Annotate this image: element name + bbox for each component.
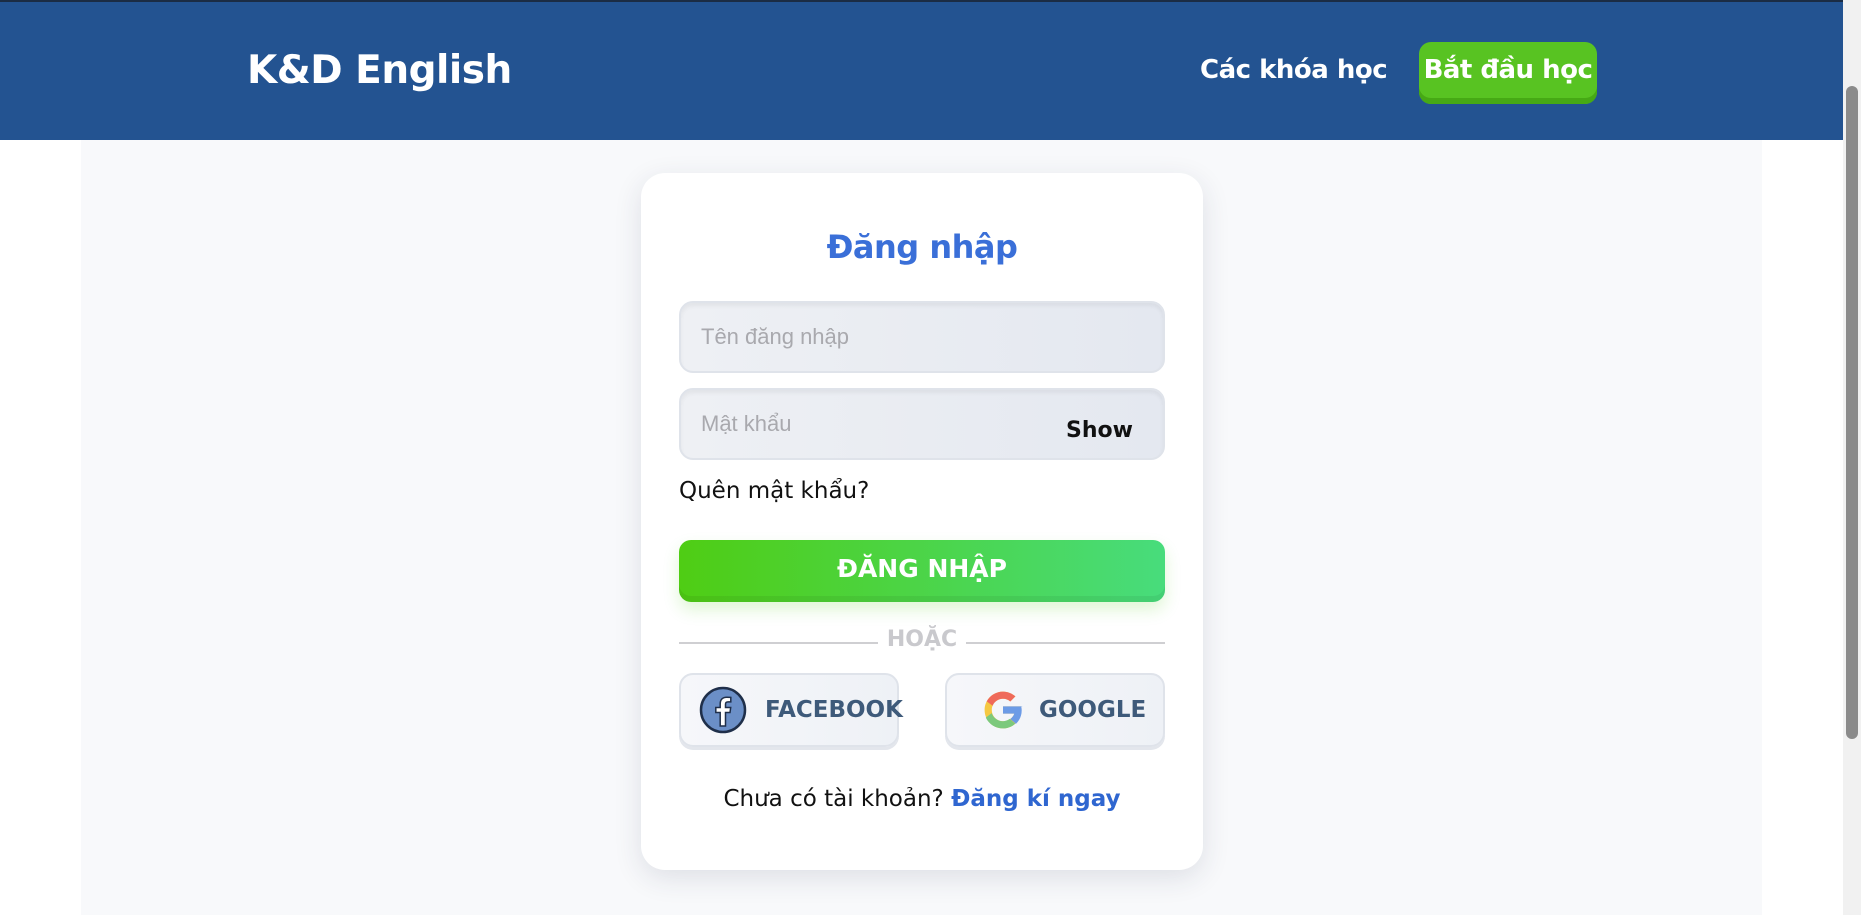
scrollbar-thumb[interactable] [1846, 86, 1858, 739]
start-learning-button[interactable]: Bắt đầu học [1419, 42, 1597, 104]
password-field[interactable]: Show [679, 388, 1165, 460]
username-field[interactable] [679, 301, 1165, 373]
divider-or-text: HOẶC [886, 627, 958, 652]
signup-prompt-row: Chưa có tài khoản? Đăng kí ngay [641, 786, 1203, 812]
google-login-button[interactable]: GOOGLE [945, 673, 1165, 747]
facebook-icon [699, 686, 747, 734]
google-icon [984, 691, 1023, 729]
login-card: Đăng nhập Show Quên mật khẩu? ĐĂNG NHẬP … [641, 173, 1203, 870]
top-navbar: K&D English Các khóa học Bắt đầu học [0, 0, 1861, 140]
divider-line-left [679, 642, 878, 644]
site-logo[interactable]: K&D English [247, 48, 512, 93]
nav-link-courses[interactable]: Các khóa học [1200, 55, 1388, 85]
login-title: Đăng nhập [826, 228, 1018, 266]
signup-link[interactable]: Đăng kí ngay [951, 786, 1120, 812]
login-submit-button[interactable]: ĐĂNG NHẬP [679, 540, 1165, 602]
divider-line-right [966, 642, 1165, 644]
page-scrollbar[interactable] [1843, 0, 1861, 915]
facebook-label: FACEBOOK [765, 697, 903, 723]
google-label: GOOGLE [1039, 697, 1147, 723]
username-input[interactable] [681, 303, 1163, 371]
forgot-password-link[interactable]: Quên mật khẩu? [679, 478, 869, 504]
facebook-login-button[interactable]: FACEBOOK [679, 673, 903, 747]
show-password-toggle[interactable]: Show [1066, 418, 1133, 443]
signup-prompt-text: Chưa có tài khoản? [723, 786, 944, 812]
